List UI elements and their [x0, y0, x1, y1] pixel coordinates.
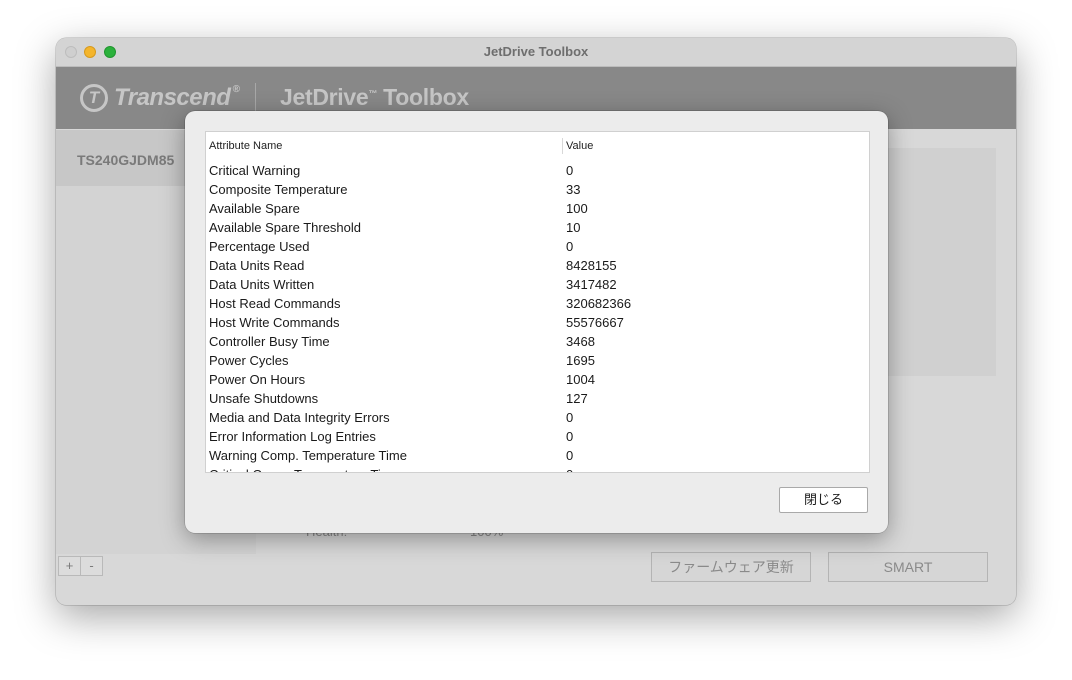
attribute-value-cell: 1004: [566, 372, 595, 387]
attribute-name-cell: Data Units Written: [209, 277, 315, 292]
product-name-suffix: Toolbox: [377, 84, 469, 110]
brand-name-text: Transcend: [114, 84, 231, 111]
table-row[interactable]: Host Read Commands 320682366: [206, 294, 869, 313]
attribute-value-cell: 0: [566, 163, 574, 178]
table-row[interactable]: Data Units Written 3417482: [206, 275, 869, 294]
attribute-value-cell: 3468: [566, 334, 595, 349]
attribute-value-cell: 0: [566, 410, 574, 425]
title-bar: JetDrive Toolbox: [56, 38, 1016, 67]
table-row[interactable]: Warning Comp. Temperature Time 0: [206, 446, 869, 465]
window-title: JetDrive Toolbox: [483, 44, 589, 59]
table-row[interactable]: Unsafe Shutdowns 127: [206, 389, 869, 408]
smart-button[interactable]: SMART: [828, 552, 988, 582]
table-row[interactable]: Media and Data Integrity Errors 0: [206, 408, 869, 427]
table-row[interactable]: Critical Comp. Temperature Time 0: [206, 465, 869, 472]
attribute-value-cell: 33: [566, 182, 581, 197]
attribute-name-cell: Available Spare: [209, 201, 300, 216]
attribute-name-cell: Critical Comp. Temperature Time: [209, 467, 399, 472]
attribute-value-cell: 100: [566, 201, 588, 216]
table-row[interactable]: Power Cycles 1695: [206, 351, 869, 370]
table-row[interactable]: Percentage Used 0: [206, 237, 869, 256]
attribute-value-cell: 0: [566, 467, 573, 472]
trademark-mark: ™: [368, 88, 378, 99]
attribute-name-cell: Unsafe Shutdowns: [209, 391, 319, 406]
table-row[interactable]: Critical Warning 0: [206, 161, 869, 180]
table-row[interactable]: Controller Busy Time 3468: [206, 332, 869, 351]
brand-logo: T Transcend ®: [80, 83, 240, 113]
firmware-update-button[interactable]: ファームウェア更新: [651, 552, 811, 582]
list-controls: + -: [58, 556, 103, 576]
table-body: Critical Warning 0 Composite Temperature 33…: [206, 161, 869, 472]
attribute-value-cell: 55576667: [566, 315, 624, 330]
banner-divider: [255, 83, 256, 113]
attribute-name-cell: Composite Temperature: [209, 182, 348, 197]
attribute-name-cell: Media and Data Integrity Errors: [209, 410, 390, 425]
device-label: TS240GJDM85: [77, 152, 175, 168]
column-header-attribute-name[interactable]: Attribute Name: [209, 140, 282, 152]
transcend-logo-icon: T: [80, 84, 108, 112]
attribute-value-cell: 8428155: [566, 258, 617, 273]
table-row[interactable]: Composite Temperature 33: [206, 180, 869, 199]
product-name-main: JetDrive: [280, 84, 369, 110]
attribute-name-cell: Data Units Read: [209, 258, 305, 273]
attribute-name-cell: Power On Hours: [209, 372, 306, 387]
table-row[interactable]: Data Units Read 8428155: [206, 256, 869, 275]
table-row[interactable]: Available Spare Threshold 10: [206, 218, 869, 237]
column-divider: [562, 138, 563, 154]
table-row[interactable]: Power On Hours 1004: [206, 370, 869, 389]
add-device-button[interactable]: +: [59, 557, 80, 575]
product-name: JetDrive™ Toolbox: [280, 84, 469, 111]
attribute-name-cell: Critical Warning: [209, 163, 301, 178]
column-header-value[interactable]: Value: [566, 140, 593, 152]
attribute-name-cell: Controller Busy Time: [209, 334, 330, 349]
attribute-value-cell: 0: [566, 429, 574, 444]
table-row[interactable]: Error Information Log Entries 0: [206, 427, 869, 446]
attribute-value-cell: 3417482: [566, 277, 617, 292]
attribute-name-cell: Error Information Log Entries: [209, 429, 376, 444]
attribute-value-cell: 1695: [566, 353, 595, 368]
attribute-value-cell: 320682366: [566, 296, 632, 311]
attribute-name-cell: Percentage Used: [209, 239, 310, 254]
brand-name: Transcend ®: [114, 84, 240, 112]
table-header: Attribute Name Value: [206, 132, 869, 158]
attribute-name-cell: Warning Comp. Temperature Time: [209, 448, 407, 463]
attribute-name-cell: Available Spare Threshold: [209, 220, 362, 235]
attribute-value-cell: 0: [566, 448, 574, 463]
attribute-value-cell: 0: [566, 239, 574, 254]
table-row[interactable]: Host Write Commands 55576667: [206, 313, 869, 332]
smart-dialog: Attribute Name Value Critical Warning 0 Co…: [185, 111, 888, 533]
attribute-name-cell: Host Read Commands: [209, 296, 341, 311]
remove-device-button[interactable]: -: [80, 557, 102, 575]
attribute-name-cell: Power Cycles: [209, 353, 289, 368]
registered-mark: ®: [232, 84, 240, 95]
smart-attributes-table[interactable]: Attribute Name Value Critical Warning 0 Co…: [205, 131, 870, 473]
attribute-value-cell: 127: [566, 391, 588, 406]
table-row[interactable]: Available Spare 100: [206, 199, 869, 218]
attribute-value-cell: 10: [566, 220, 581, 235]
attribute-name-cell: Host Write Commands: [209, 315, 340, 330]
close-dialog-button[interactable]: 閉じる: [779, 487, 868, 513]
